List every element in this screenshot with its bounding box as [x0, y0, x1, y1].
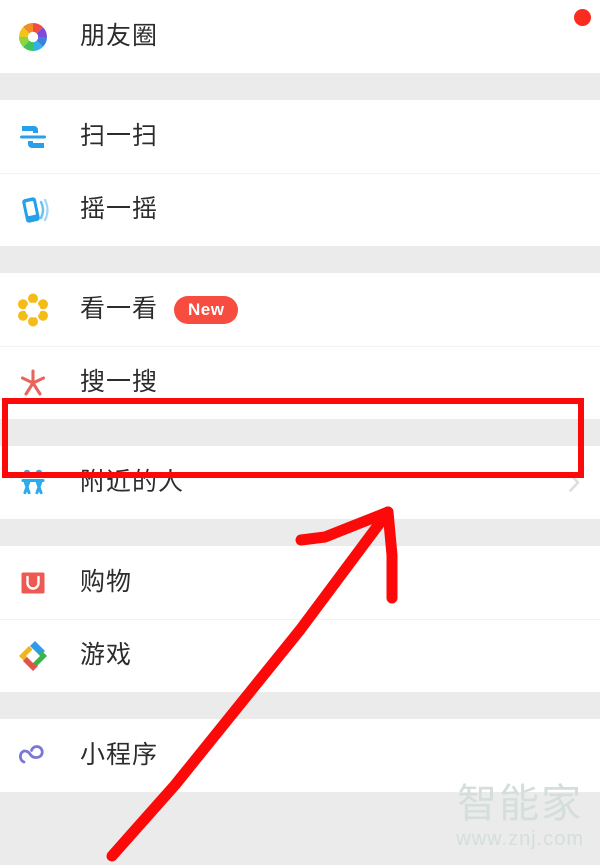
section-stories-search: 看一看 New 搜一搜 — [0, 273, 600, 419]
row-accessory — [569, 446, 580, 519]
list-item-label: 搜一搜 — [80, 368, 159, 396]
list-item-scan[interactable]: 扫一扫 — [0, 100, 600, 173]
avatar[interactable] — [540, 8, 591, 60]
list-item-people-nearby[interactable]: 附近的人 — [0, 446, 600, 519]
top-stories-icon — [14, 291, 52, 329]
list-item-shake[interactable]: 摇一摇 — [0, 173, 600, 246]
chevron-right-icon — [569, 473, 580, 492]
section-people-nearby: 附近的人 — [0, 446, 600, 519]
search-star-icon — [14, 364, 52, 402]
scan-icon — [14, 118, 52, 156]
section-gap — [0, 246, 600, 273]
section-gap — [0, 692, 600, 719]
list-item-label: 摇一摇 — [80, 195, 159, 223]
section-gap — [0, 73, 600, 100]
games-diamond-icon — [14, 637, 52, 675]
section-mini-programs: 小程序 — [0, 719, 600, 792]
notification-dot — [574, 8, 591, 26]
watermark-url: www.znj.com — [456, 828, 584, 850]
mini-programs-icon — [14, 737, 52, 775]
wechat-discover-screen: 朋友圈 扫一扫 摇一摇 看一看 New 搜一搜 附近的人 购物 游戏 小程序 智… — [0, 0, 600, 865]
list-item-label: 朋友圈 — [80, 22, 159, 50]
section-moments: 朋友圈 — [0, 0, 600, 73]
section-scan-shake: 扫一扫 摇一摇 — [0, 100, 600, 246]
list-item-label: 扫一扫 — [80, 122, 159, 150]
list-item-label: 看一看 — [80, 295, 159, 323]
list-item-shopping[interactable]: 购物 — [0, 546, 600, 619]
list-item-moments[interactable]: 朋友圈 — [0, 0, 600, 73]
shake-phone-icon — [14, 191, 52, 229]
section-shopping-games: 购物 游戏 — [0, 546, 600, 692]
moments-shutter-icon — [14, 18, 52, 56]
list-item-label: 附近的人 — [80, 468, 185, 496]
new-badge: New — [174, 295, 239, 324]
list-item-games[interactable]: 游戏 — [0, 619, 600, 692]
list-item-mini-programs[interactable]: 小程序 — [0, 719, 600, 792]
list-item-top-stories[interactable]: 看一看 New — [0, 273, 600, 346]
list-item-label: 购物 — [80, 568, 133, 596]
people-nearby-icon — [14, 464, 52, 502]
list-item-search[interactable]: 搜一搜 — [0, 346, 600, 419]
section-gap — [0, 519, 600, 546]
list-item-label: 小程序 — [80, 741, 159, 769]
list-item-label: 游戏 — [80, 641, 133, 669]
shopping-bag-icon — [14, 564, 52, 602]
section-gap — [0, 419, 600, 446]
watermark: 智能家 www.znj.com — [456, 784, 584, 851]
